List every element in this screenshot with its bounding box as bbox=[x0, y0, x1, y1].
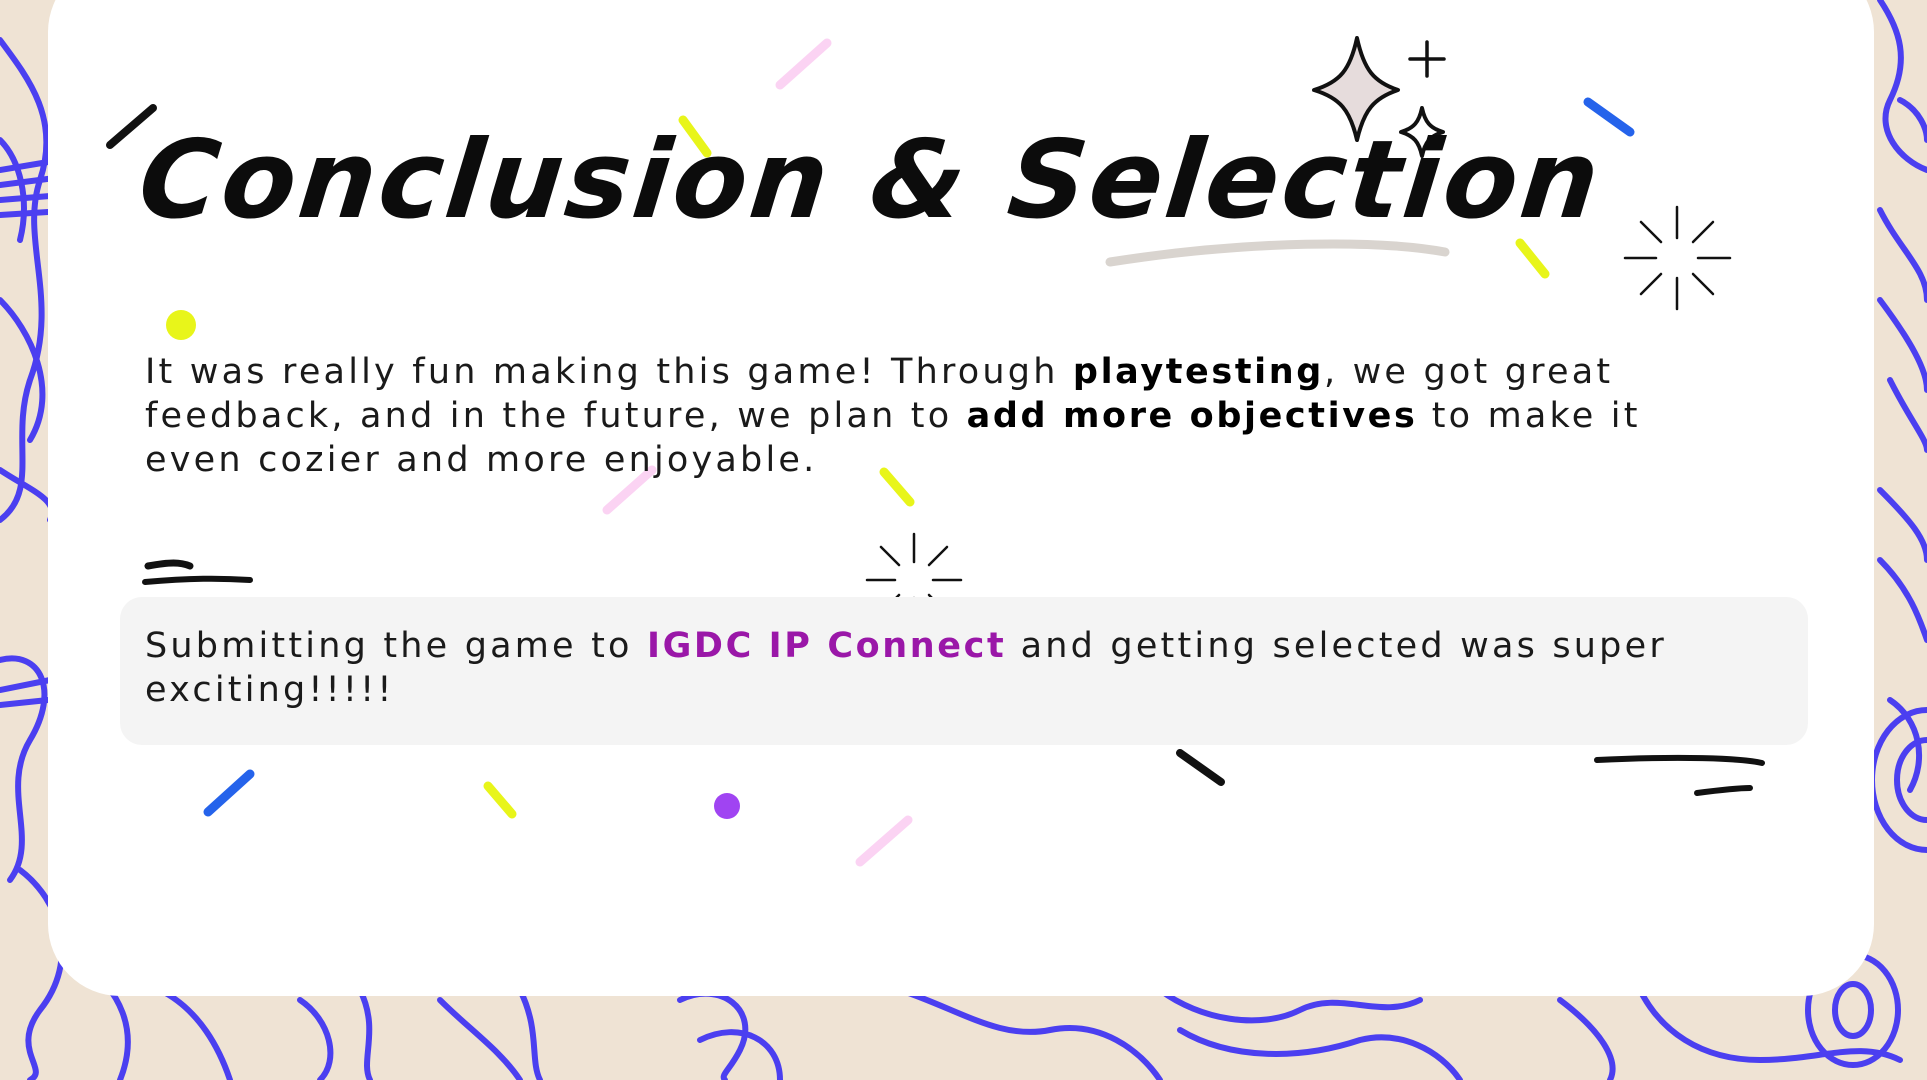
conclusion-paragraph: It was really fun making this game! Thro… bbox=[145, 350, 1705, 482]
paragraph-text: It was really fun making this game! Thro… bbox=[145, 352, 1073, 392]
slide-title: Conclusion & Selection bbox=[133, 118, 1608, 243]
callout-text-part: Submitting the game to bbox=[145, 626, 647, 666]
igdc-highlight: IGDC IP Connect bbox=[646, 626, 1007, 666]
callout-text: Submitting the game to IGDC IP Connect a… bbox=[145, 624, 1745, 712]
emphasis-playtesting: playtesting bbox=[1072, 352, 1324, 392]
selection-callout: Submitting the game to IGDC IP Connect a… bbox=[120, 597, 1808, 745]
emphasis-objectives: add more objectives bbox=[966, 396, 1418, 436]
